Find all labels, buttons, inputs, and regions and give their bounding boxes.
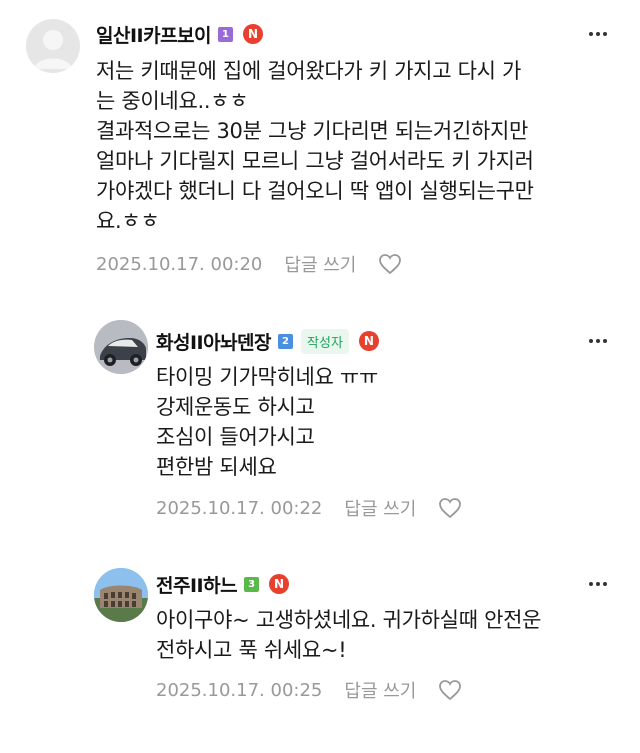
nickname[interactable]: 전주II하느 bbox=[156, 571, 238, 598]
new-badge: N bbox=[269, 574, 290, 594]
comment-text: 아이구야~ 고생하셨네요. 귀가하실때 안전운 전하시고 푹 쉬세요~! bbox=[156, 608, 542, 662]
user-silhouette-icon bbox=[34, 30, 72, 69]
comment-meta: 2025.10.17. 00:20 답글 쓰기 bbox=[96, 250, 402, 278]
heart-icon[interactable] bbox=[378, 253, 402, 275]
nickname[interactable]: 화성II아놔덴장 bbox=[156, 328, 272, 355]
comment-header: 화성II아놔덴장 2 작성자 N bbox=[156, 327, 379, 355]
level-badge: 3 bbox=[244, 576, 260, 592]
timestamp: 2025.10.17. 00:20 bbox=[96, 253, 263, 275]
colosseum-photo-icon bbox=[94, 568, 148, 622]
more-dot-icon bbox=[589, 32, 593, 36]
reply-button[interactable]: 답글 쓰기 bbox=[344, 677, 416, 703]
avatar-car[interactable] bbox=[94, 320, 148, 374]
comment-meta: 2025.10.17. 00:25 답글 쓰기 bbox=[156, 676, 462, 704]
comment-2: 화성II아놔덴장 2 작성자 N 타이밍 기가막히네요 ㅠㅠ 강제운동도 하시고… bbox=[0, 300, 640, 550]
more-options-button[interactable] bbox=[586, 329, 610, 353]
comment-3: 전주II하느 3 N 아이구야~ 고생하셨네요. 귀가하실때 안전운 전하시고 … bbox=[0, 550, 640, 753]
timestamp: 2025.10.17. 00:25 bbox=[156, 679, 323, 701]
comment-header: 전주II하느 3 N bbox=[156, 570, 290, 598]
comment-1: 일산II카프보이 1 N 저는 키때문에 집에 걸어왔다가 키 가지고 다시 가… bbox=[0, 0, 640, 300]
more-options-button[interactable] bbox=[586, 22, 610, 46]
comment-text: 저는 키때문에 집에 걸어왔다가 키 가지고 다시 가 는 중이네요..ㅎㅎ 결… bbox=[96, 59, 534, 233]
avatar-landmark[interactable] bbox=[94, 568, 148, 622]
car-photo-icon bbox=[94, 320, 148, 374]
timestamp: 2025.10.17. 00:22 bbox=[156, 497, 323, 519]
author-tag: 작성자 bbox=[301, 328, 349, 354]
reply-button[interactable]: 답글 쓰기 bbox=[344, 495, 416, 521]
comment-text: 타이밍 기가막히네요 ㅠㅠ 강제운동도 하시고 조심이 들어가시고 편한밤 되세… bbox=[156, 365, 378, 479]
heart-icon[interactable] bbox=[438, 679, 462, 701]
comment-header: 일산II카프보이 1 N bbox=[96, 20, 264, 48]
nickname[interactable]: 일산II카프보이 bbox=[96, 21, 212, 48]
reply-button[interactable]: 답글 쓰기 bbox=[284, 251, 356, 277]
comment-meta: 2025.10.17. 00:22 답글 쓰기 bbox=[156, 494, 462, 522]
heart-icon[interactable] bbox=[438, 497, 462, 519]
new-badge: N bbox=[243, 24, 264, 44]
new-badge: N bbox=[358, 331, 379, 351]
more-options-button[interactable] bbox=[586, 572, 610, 596]
avatar-default[interactable] bbox=[26, 19, 80, 73]
more-dot-icon bbox=[589, 582, 593, 586]
level-badge: 1 bbox=[218, 26, 234, 42]
more-dot-icon bbox=[589, 339, 593, 343]
level-badge: 2 bbox=[278, 333, 294, 349]
